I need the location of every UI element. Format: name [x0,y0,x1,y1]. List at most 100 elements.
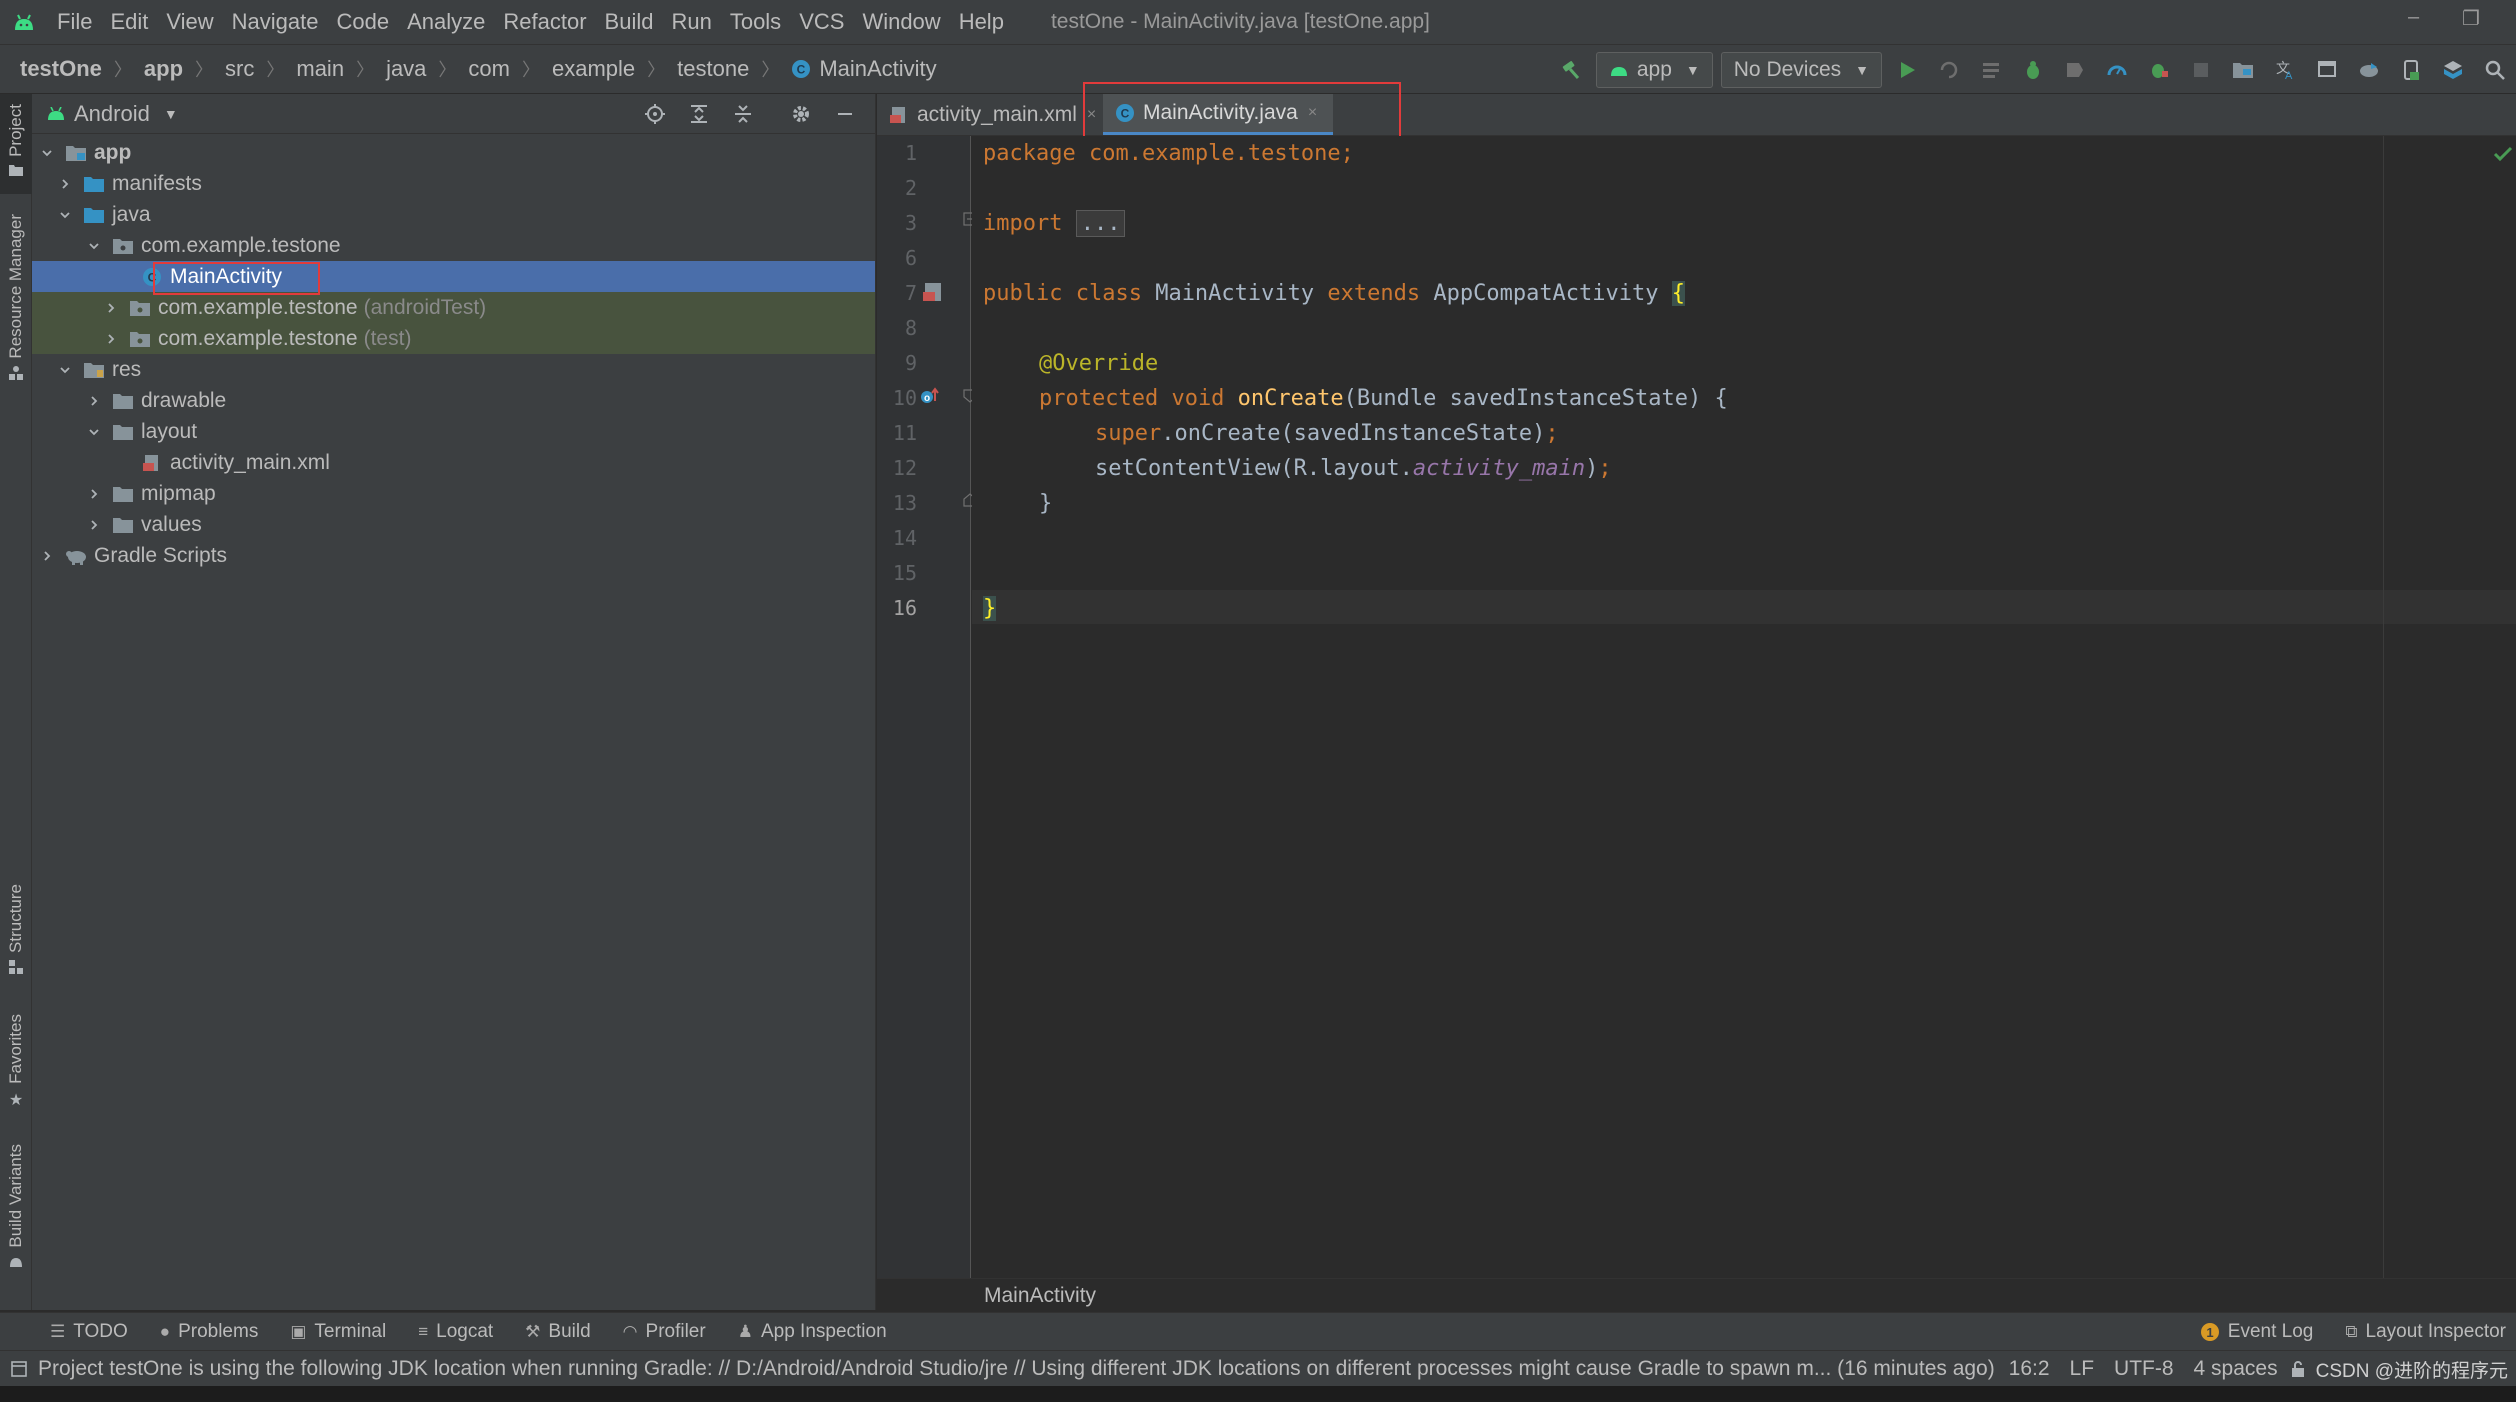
chevron-right-icon[interactable] [36,550,58,562]
indent-setting[interactable]: 4 spaces [2194,1357,2278,1381]
chevron-right-icon[interactable] [83,519,105,531]
tree-item-java[interactable]: java [32,199,875,230]
tool-profiler[interactable]: ◠ Profiler [623,1321,706,1343]
code-editor[interactable]: package com.example.testone; import ... … [972,136,2516,1278]
menu-analyze[interactable]: Analyze [398,9,494,35]
chevron-right-icon[interactable] [83,395,105,407]
crumb-mainactivity[interactable]: MainActivity [819,56,936,82]
crumb-com[interactable]: com [468,56,510,82]
make-project-hammer-icon[interactable] [1550,45,1592,95]
chevron-down-icon[interactable] [54,364,76,376]
hide-panel-icon[interactable] [823,94,867,134]
crumb-project[interactable]: testOne [20,56,102,82]
project-structure-icon[interactable] [2222,45,2264,95]
collapse-all-icon[interactable] [721,94,765,134]
menu-vcs[interactable]: VCS [790,9,853,35]
tree-item-res[interactable]: res [32,354,875,385]
crumb-example[interactable]: example [552,56,635,82]
tree-item-values[interactable]: values [32,509,875,540]
search-icon[interactable] [2474,45,2516,95]
apply-changes-icon[interactable] [1928,45,1970,95]
expand-all-icon[interactable] [677,94,721,134]
no-problems-check-icon[interactable] [2492,144,2514,164]
tree-item-layout[interactable]: layout [32,416,875,447]
folded-imports[interactable]: ... [1075,210,1126,237]
project-view-select[interactable]: Android [74,101,150,127]
profile-icon[interactable] [2054,45,2096,95]
menu-code[interactable]: Code [328,9,399,35]
tree-item-gradle-scripts[interactable]: Gradle Scripts [32,540,875,571]
run-icon[interactable] [1886,45,1928,95]
select-opened-file-icon[interactable] [633,94,677,134]
chevron-down-icon[interactable] [83,426,105,438]
menu-view[interactable]: View [157,9,222,35]
editor-breadcrumb[interactable]: MainActivity [984,1284,1096,1308]
stop-icon[interactable] [2180,45,2222,95]
dropdown-arrow-icon[interactable]: ▼ [164,106,178,122]
translations-icon[interactable]: 文A [2264,45,2306,95]
tool-tab-favorites[interactable]: Favorites ★ [0,1014,32,1124]
apply-code-changes-icon[interactable] [1970,45,2012,95]
line-separator[interactable]: LF [2070,1357,2095,1381]
profiler-gauge-icon[interactable] [2096,45,2138,95]
chevron-right-icon[interactable] [100,333,122,345]
override-method-gutter-icon[interactable]: o [919,387,941,407]
tree-item-package-main[interactable]: com.example.testone [32,230,875,261]
crumb-module[interactable]: app [144,56,183,82]
gear-icon[interactable] [779,94,823,134]
menu-navigate[interactable]: Navigate [223,9,328,35]
crumb-testone[interactable]: testone [677,56,749,82]
tool-problems[interactable]: ● Problems [160,1321,259,1343]
tool-tab-resource-manager[interactable]: Resource Manager [0,214,32,504]
lock-icon[interactable] [2290,1360,2306,1378]
android-activity-gutter-icon[interactable] [921,280,945,304]
chevron-right-icon[interactable] [54,178,76,190]
chevron-right-icon[interactable] [100,302,122,314]
tool-event-log[interactable]: 1 Event Log [2200,1321,2313,1343]
tool-app-inspection[interactable]: ♟ App Inspection [738,1321,887,1343]
chevron-down-icon[interactable] [54,209,76,221]
avd-manager-icon[interactable] [2390,45,2432,95]
menu-run[interactable]: Run [662,9,720,35]
menu-refactor[interactable]: Refactor [494,9,595,35]
chevron-right-icon[interactable] [83,488,105,500]
chevron-down-icon[interactable] [36,147,58,159]
menu-window[interactable]: Window [853,9,949,35]
crumb-main[interactable]: main [296,56,344,82]
status-message[interactable]: Project testOne is using the following J… [38,1357,1995,1381]
device-manager-icon[interactable] [2306,45,2348,95]
tree-item-mipmap[interactable]: mipmap [32,478,875,509]
sdk-manager-icon[interactable] [2432,45,2474,95]
tool-terminal[interactable]: ▣ Terminal [290,1321,386,1343]
tree-item-activity-main-xml[interactable]: activity_main.xml [32,447,875,478]
menu-tools[interactable]: Tools [721,9,790,35]
device-select[interactable]: No Devices ▼ [1720,52,1882,88]
chevron-down-icon[interactable] [83,240,105,252]
tree-item-drawable[interactable]: drawable [32,385,875,416]
debug-icon[interactable] [2012,45,2054,95]
file-encoding[interactable]: UTF-8 [2114,1357,2174,1381]
tree-item-app[interactable]: app [32,137,875,168]
tool-logcat[interactable]: ≡ Logcat [418,1321,493,1343]
tool-layout-inspector[interactable]: ⧉ Layout Inspector [2345,1321,2506,1343]
tool-build[interactable]: ⚒ Build [525,1321,591,1343]
tree-item-package-androidtest[interactable]: com.example.testone (androidTest) [32,292,875,323]
restore-button[interactable]: ❐ [2462,6,2480,31]
tool-todo[interactable]: ☰ TODO [50,1321,128,1343]
sync-gradle-icon[interactable] [2348,45,2390,95]
menu-file[interactable]: File [48,9,101,35]
minimize-button[interactable]: – [2408,6,2419,29]
run-configuration-select[interactable]: app ▼ [1595,52,1713,88]
crumb-src[interactable]: src [225,56,254,82]
caret-position[interactable]: 16:2 [2009,1357,2050,1381]
tree-item-package-test[interactable]: com.example.testone (test) [32,323,875,354]
toggle-tool-windows-icon[interactable] [10,1360,28,1378]
tool-tab-structure[interactable]: Structure [0,884,32,994]
attach-debugger-icon[interactable] [2138,45,2180,95]
menu-build[interactable]: Build [596,9,663,35]
tool-tab-project[interactable]: Project [0,94,32,194]
menu-help[interactable]: Help [950,9,1013,35]
menu-edit[interactable]: Edit [101,9,157,35]
crumb-java[interactable]: java [386,56,426,82]
tree-item-manifests[interactable]: manifests [32,168,875,199]
